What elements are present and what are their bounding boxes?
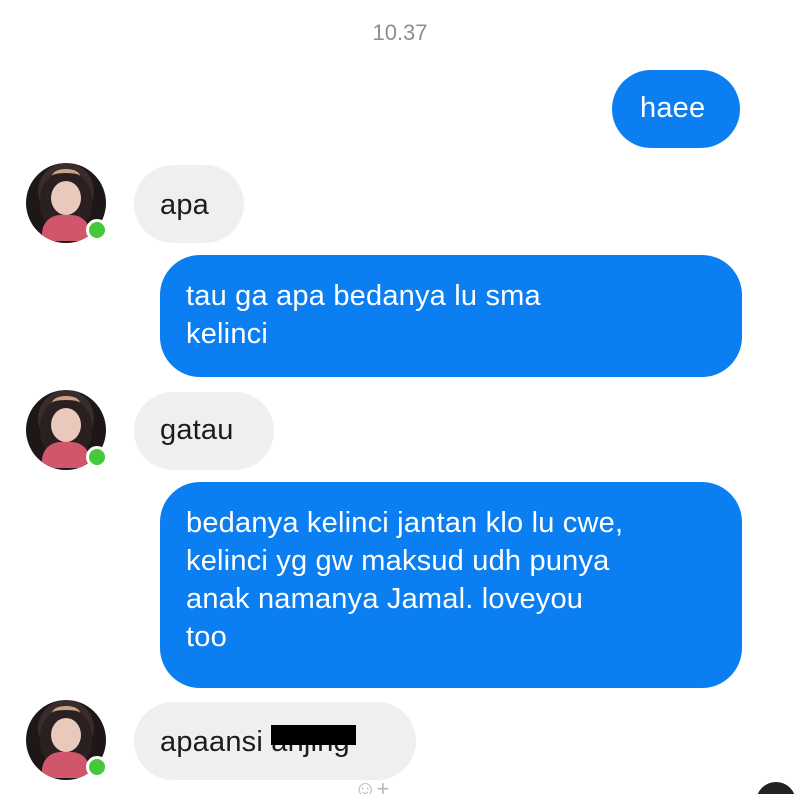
chat-thread: 10.37 haee apa tau ga apa bedanya lu sma…	[0, 0, 800, 794]
emoji-add-icon[interactable]: ☺+	[354, 776, 389, 794]
redaction-bar	[271, 725, 356, 745]
message-line: bedanya kelinci jantan klo lu cwe,	[186, 507, 624, 539]
message-line: tau ga apa bedanya lu sma	[186, 280, 541, 312]
outgoing-message-bubble[interactable]: haee	[612, 70, 740, 148]
outgoing-message-bubble[interactable]: bedanya kelinci jantan klo lu cwe, kelin…	[160, 482, 742, 688]
online-status-dot	[86, 219, 108, 241]
contact-avatar[interactable]	[26, 390, 108, 470]
message-line: too	[186, 621, 227, 653]
message-line: kelinci yg gw maksud udh punya	[186, 545, 610, 577]
incoming-message-bubble[interactable]: gatau	[134, 392, 274, 470]
message-text: apa	[160, 189, 209, 221]
contact-avatar[interactable]	[26, 700, 108, 780]
online-status-dot	[86, 446, 108, 468]
online-status-dot	[86, 756, 108, 778]
message-line: anak namanya Jamal. loveyou	[186, 583, 584, 615]
read-receipt-avatar	[756, 782, 796, 794]
message-text: apaansi	[160, 726, 263, 758]
message-text: haee	[640, 92, 706, 124]
message-line: kelinci	[186, 318, 268, 350]
incoming-message-bubble[interactable]: apaansi anjing	[134, 702, 416, 780]
message-text: gatau	[160, 414, 234, 446]
contact-avatar[interactable]	[26, 163, 108, 243]
message-timestamp: 10.37	[372, 20, 428, 45]
redacted-word: anjing	[271, 723, 356, 761]
incoming-message-bubble[interactable]: apa	[134, 165, 244, 243]
outgoing-message-bubble[interactable]: tau ga apa bedanya lu sma kelinci	[160, 255, 742, 377]
